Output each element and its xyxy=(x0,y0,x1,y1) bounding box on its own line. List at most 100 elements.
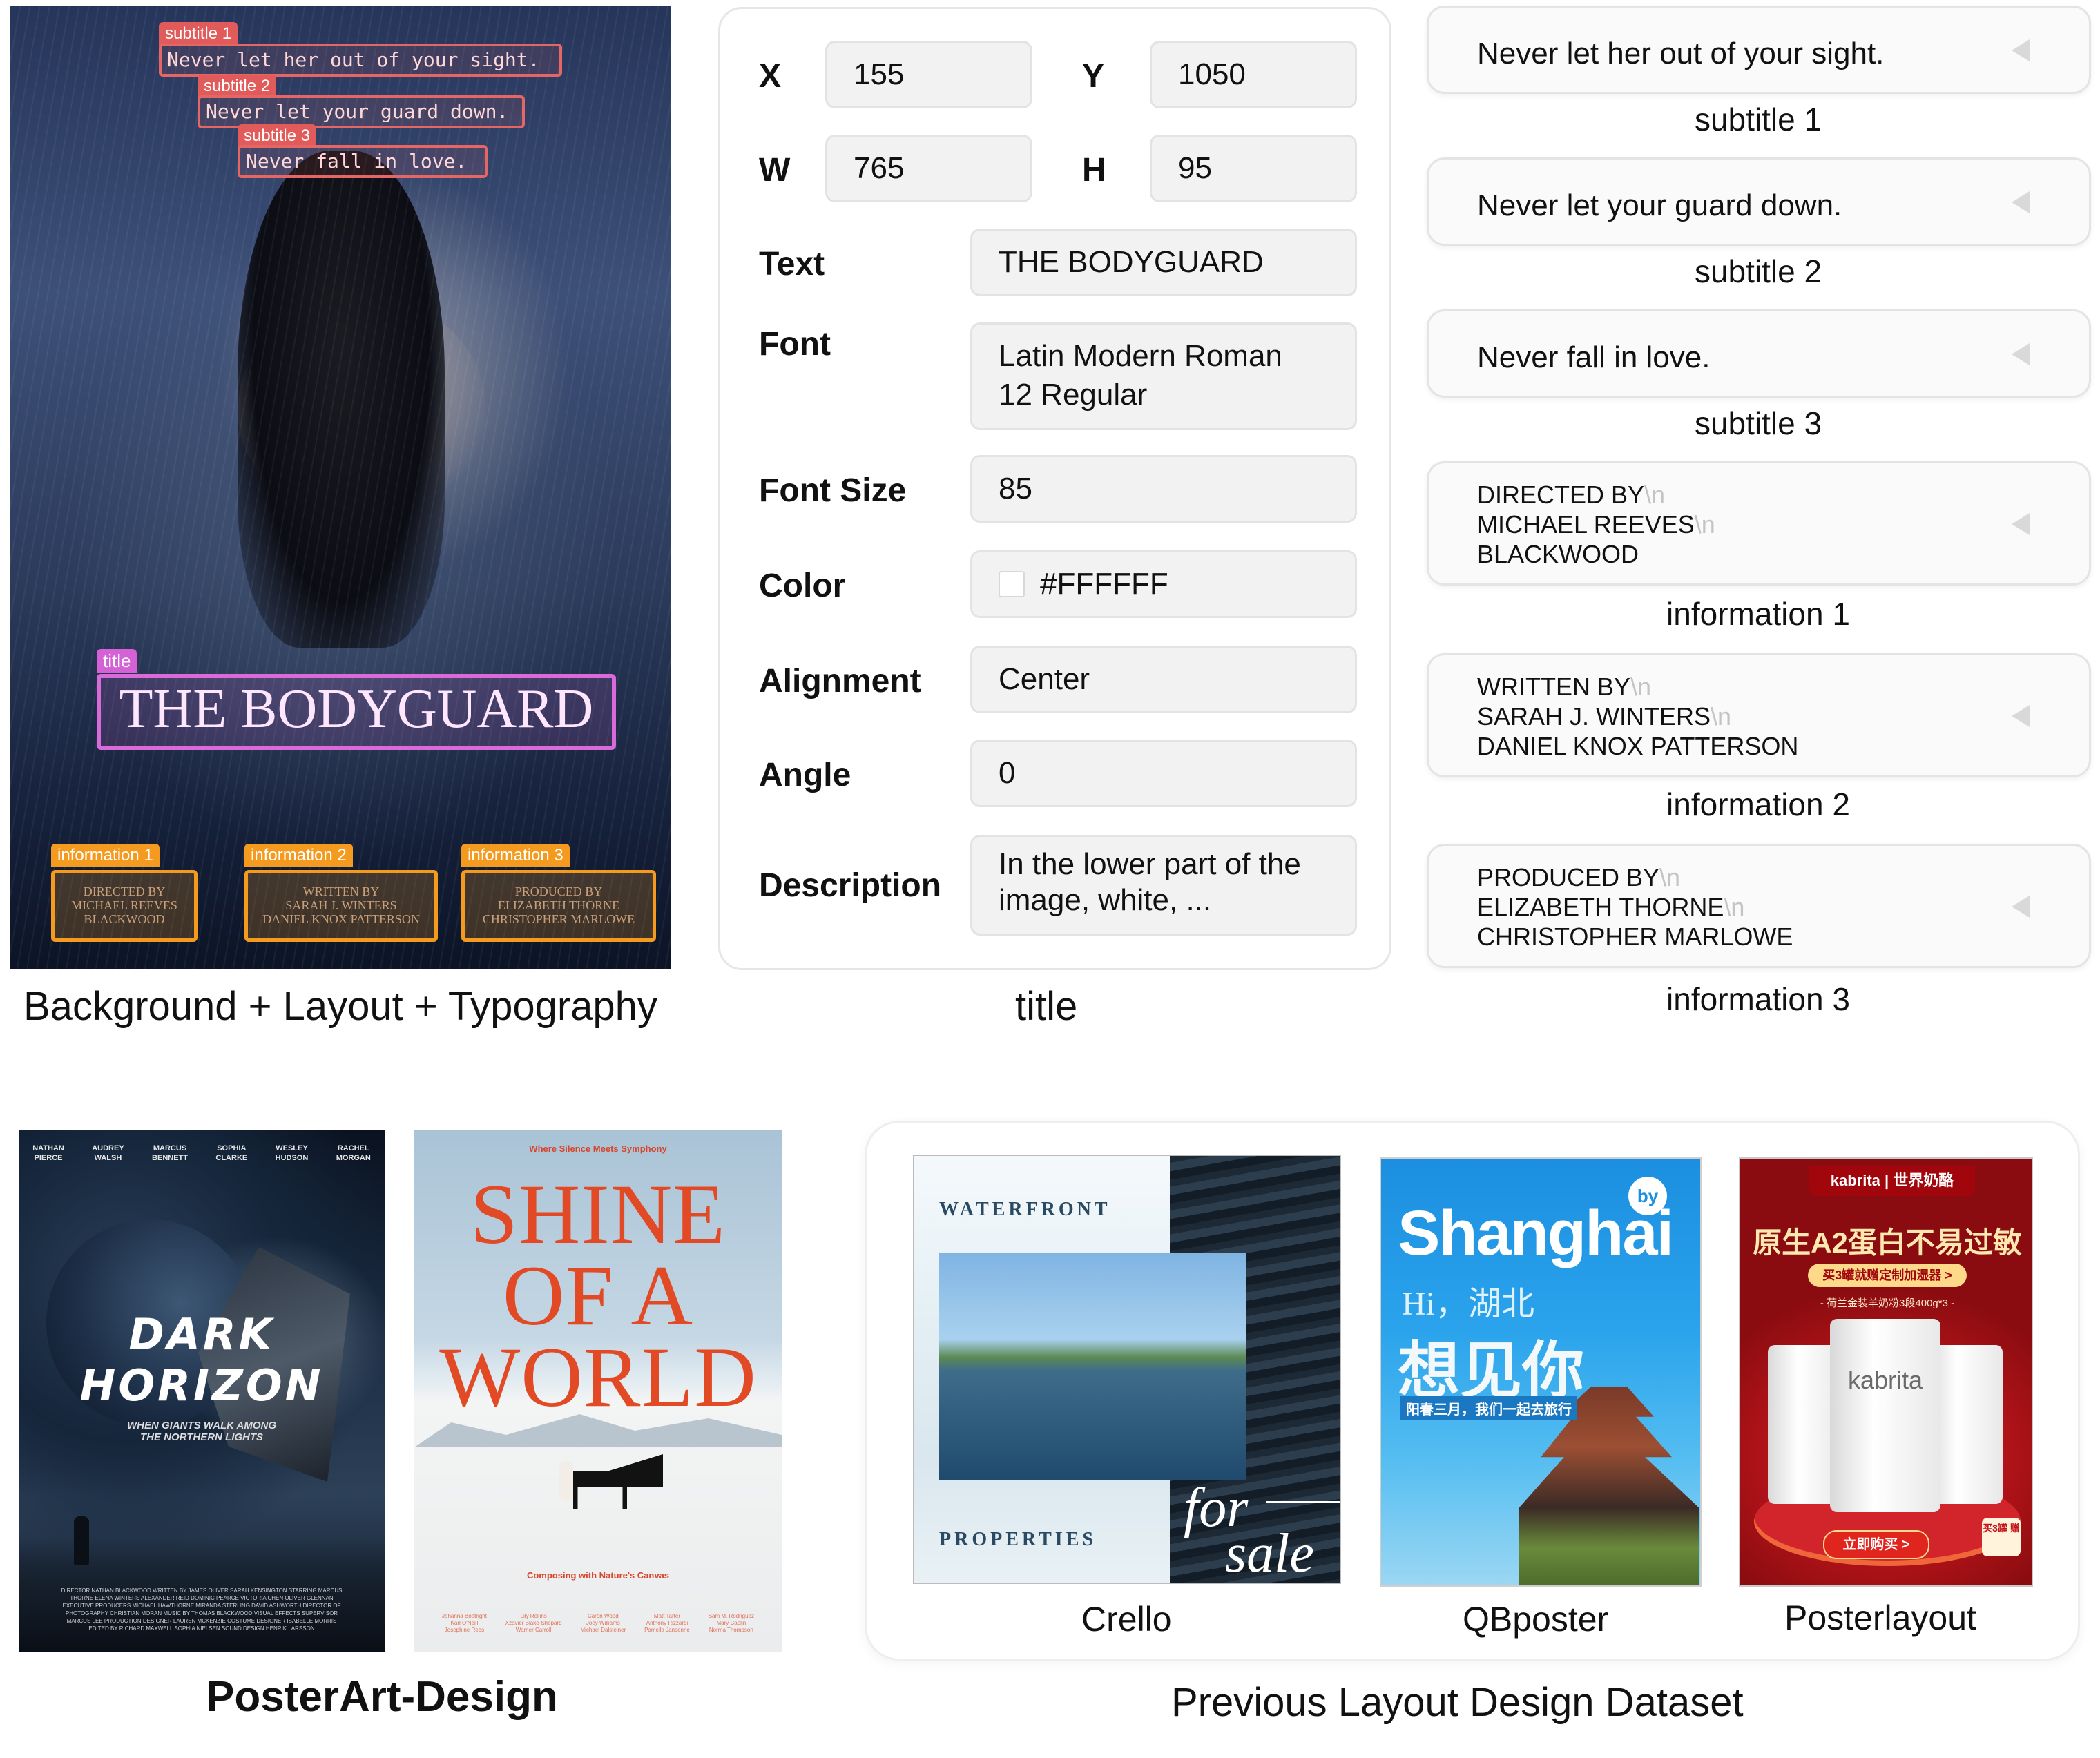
list-item-text: WRITTEN BY\n SARAH J. WINTERS\n DANIEL K… xyxy=(1477,672,1798,761)
information-2-line: WRITTEN BY xyxy=(302,885,380,898)
qbposter-sample: Shanghai by Hi，湖北 想见你 阳春三月，我们一起去旅行 xyxy=(1380,1157,1702,1587)
font-size-label: Font Size xyxy=(759,472,907,509)
title-line: OF A xyxy=(502,1248,694,1343)
list-item-text: PRODUCED BY\n ELIZABETH THORNE\n CHRISTO… xyxy=(1477,862,1793,952)
information-1-line: MICHAEL REEVES xyxy=(71,898,177,912)
information-3-line: ELIZABETH THORNE xyxy=(497,898,620,912)
list-item-text: Never let her out of your sight. xyxy=(1477,37,1885,70)
font-value-line: Latin Modern Roman xyxy=(999,339,1282,373)
credit-col: Sam M. Rodriguez Mary Caplin Norma Thompso… xyxy=(708,1613,754,1633)
subtitle-2-tag: subtitle 2 xyxy=(198,75,277,98)
title-tag: title xyxy=(97,649,137,673)
x-field[interactable]: 155 xyxy=(825,41,1032,108)
newline-marker: \n xyxy=(1644,481,1666,509)
pianist-shape xyxy=(559,1461,573,1500)
pl-gift-badge: 买3罐 赠 xyxy=(1982,1518,2021,1556)
color-swatch[interactable] xyxy=(999,571,1025,597)
list-caption: subtitle 3 xyxy=(1694,405,1822,441)
h-field[interactable]: 95 xyxy=(1150,135,1357,202)
list-item-subtitle-3[interactable]: Never fall in love. xyxy=(1427,309,2091,398)
subtitle-3-tag: subtitle 3 xyxy=(238,124,317,148)
collapse-triangle-icon[interactable] xyxy=(2012,705,2030,727)
newline-marker: \n xyxy=(1694,510,1715,539)
credit-col: Lily Rollins Xzavier Blake-Shepard Warner … xyxy=(505,1613,562,1633)
information-3-line: PRODUCED BY xyxy=(514,885,603,898)
pl-title: 原生A2蛋白不易过敏 xyxy=(1753,1226,2022,1259)
list-caption: subtitle 2 xyxy=(1694,253,1822,289)
font-size-field[interactable]: 85 xyxy=(970,455,1357,523)
poster-shine-of-a-world: Where Silence Meets Symphony SHINE OF A … xyxy=(414,1130,782,1652)
pl-buy-button: 立即购买 > xyxy=(1823,1530,1929,1559)
qb-hi: Hi，湖北 xyxy=(1402,1286,1535,1322)
color-label: Color xyxy=(759,568,846,604)
w-field[interactable]: 765 xyxy=(825,135,1032,202)
list-line: PRODUCED BY xyxy=(1477,863,1660,891)
font-value-line: 12 Regular xyxy=(999,378,1148,412)
shine-credits: Johanna Boatright Karl O'Neill Josephine R… xyxy=(442,1613,754,1634)
angle-label: Angle xyxy=(759,757,851,793)
list-item-information-3[interactable]: PRODUCED BY\n ELIZABETH THORNE\n CHRISTO… xyxy=(1427,844,2091,968)
list-caption: information 2 xyxy=(1666,786,1850,822)
list-item-information-1[interactable]: DIRECTED BY\n MICHAEL REEVES\n BLACKWOOD xyxy=(1427,461,2091,586)
list-caption: information 3 xyxy=(1666,981,1850,1017)
shine-top-line: Where Silence Meets Symphony xyxy=(529,1143,667,1154)
collapse-triangle-icon[interactable] xyxy=(2012,39,2030,61)
collapse-triangle-icon[interactable] xyxy=(2012,191,2030,213)
posterlayout-sample: kabrita | 世界奶酪 原生A2蛋白不易过敏 买3罐就赠定制加湿器 > -… xyxy=(1739,1157,2033,1587)
list-item-subtitle-1[interactable]: Never let her out of your sight. xyxy=(1427,6,2091,94)
qb-sub: 阳春三月，我们一起去旅行 xyxy=(1400,1396,1577,1420)
description-field[interactable]: In the lower part of the image, white, .… xyxy=(970,835,1357,936)
information-3-box: PRODUCED BY ELIZABETH THORNE CHRISTOPHER… xyxy=(461,870,656,942)
alignment-field[interactable]: Center xyxy=(970,646,1357,713)
collapse-triangle-icon[interactable] xyxy=(2012,513,2030,535)
list-caption: information 1 xyxy=(1666,596,1850,632)
cast-name: WESLEY HUDSON xyxy=(275,1144,309,1162)
list-line: SARAH J. WINTERS xyxy=(1477,702,1711,731)
pl-pill: 买3罐就赠定制加湿器 > xyxy=(1808,1264,1967,1287)
description-line: In the lower part of the xyxy=(999,847,1301,881)
x-label: X xyxy=(759,58,782,95)
subtitle-1-tag: subtitle 1 xyxy=(159,22,238,46)
credit-col: Johanna Boatright Karl O'Neill Josephine R… xyxy=(442,1613,487,1633)
list-line: BLACKWOOD xyxy=(1477,540,1639,568)
caption-posterlayout: Posterlayout xyxy=(1784,1598,1976,1637)
collapse-triangle-icon[interactable] xyxy=(2012,343,2030,365)
information-2-line: DANIEL KNOX PATTERSON xyxy=(262,912,420,926)
piano-shape xyxy=(573,1454,663,1509)
list-line: ELIZABETH THORNE xyxy=(1477,893,1724,921)
list-item-subtitle-2[interactable]: Never let your guard down. xyxy=(1427,157,2091,246)
caption-background-layout-typography: Background + Layout + Typography xyxy=(23,984,657,1029)
list-item-information-2[interactable]: WRITTEN BY\n SARAH J. WINTERS\n DANIEL K… xyxy=(1427,653,2091,777)
title-line: WORLD xyxy=(439,1330,757,1424)
title-line: HORIZON xyxy=(79,1360,324,1411)
text-field[interactable]: THE BODYGUARD xyxy=(970,229,1357,296)
shine-subline: Composing with Nature's Canvas xyxy=(526,1570,670,1581)
main-poster: subtitle 1 Never let her out of your sig… xyxy=(10,6,671,969)
y-field[interactable]: 1050 xyxy=(1150,41,1357,108)
qb-badge: by xyxy=(1628,1177,1667,1215)
description-line: image, white, ... xyxy=(999,883,1212,917)
text-label: Text xyxy=(759,246,825,282)
h-label: H xyxy=(1082,152,1106,189)
alignment-label: Alignment xyxy=(759,663,921,699)
list-item-text: Never let your guard down. xyxy=(1477,189,1842,222)
poster-dark-horizon: NATHAN PIERCE AUDREY WALSH MARCUS BENNETT S… xyxy=(19,1130,385,1652)
list-item-text: Never fall in love. xyxy=(1477,340,1711,374)
information-3-line: CHRISTOPHER MARLOWE xyxy=(482,912,635,926)
color-field[interactable]: #FFFFFF xyxy=(970,550,1357,618)
pl-sub: - 荷兰金装羊奶粉3段400g*3 - xyxy=(1820,1297,1955,1309)
angle-field[interactable]: 0 xyxy=(970,740,1357,807)
list-item-text: DIRECTED BY\n MICHAEL REEVES\n BLACKWOOD xyxy=(1477,480,1715,569)
cast-row: NATHAN PIERCE AUDREY WALSH MARCUS BENNETT S… xyxy=(19,1143,385,1163)
information-2-line: SARAH J. WINTERS xyxy=(285,898,397,912)
pl-logo: kabrita | 世界奶酪 xyxy=(1809,1166,1975,1196)
collapse-triangle-icon[interactable] xyxy=(2012,896,2030,918)
newline-marker: \n xyxy=(1659,863,1681,891)
caption-qbposter: QBposter xyxy=(1463,1600,1609,1639)
font-field[interactable]: Latin Modern Roman 12 Regular xyxy=(970,322,1357,430)
information-1-tag: information 1 xyxy=(51,844,160,867)
shine-title: SHINE OF A WORLD xyxy=(414,1172,782,1424)
caption-posterart-design: PosterArt-Design xyxy=(206,1673,558,1721)
credit-col: Matt Tarter Anthony Rizzardi Pamella Janse… xyxy=(644,1613,690,1633)
subtitle-1-box: Never let her out of your sight. xyxy=(159,44,562,77)
